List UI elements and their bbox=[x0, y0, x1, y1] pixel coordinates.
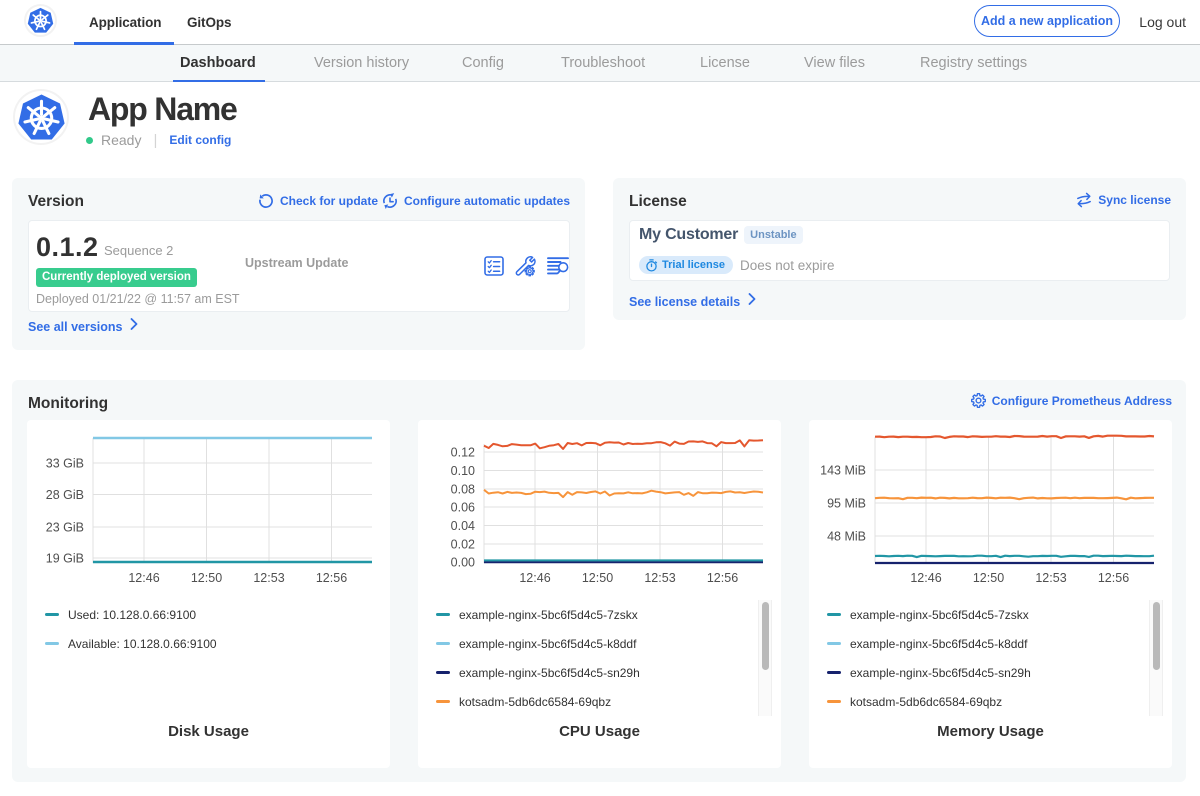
svg-text:33 GiB: 33 GiB bbox=[46, 457, 84, 471]
svg-text:12:46: 12:46 bbox=[519, 571, 550, 585]
svg-text:12:56: 12:56 bbox=[316, 571, 347, 585]
svg-text:12:50: 12:50 bbox=[191, 571, 222, 585]
svg-text:143 MiB: 143 MiB bbox=[820, 464, 866, 478]
svg-text:0.00: 0.00 bbox=[451, 556, 475, 570]
svg-text:48 MiB: 48 MiB bbox=[827, 530, 866, 544]
svg-text:19 GiB: 19 GiB bbox=[46, 552, 84, 566]
svg-text:0.02: 0.02 bbox=[451, 538, 475, 552]
svg-text:0.06: 0.06 bbox=[451, 501, 475, 515]
svg-text:95 MiB: 95 MiB bbox=[827, 497, 866, 511]
svg-text:0.12: 0.12 bbox=[451, 446, 475, 460]
svg-text:12:50: 12:50 bbox=[973, 571, 1004, 585]
svg-text:28 GiB: 28 GiB bbox=[46, 488, 84, 502]
svg-text:23 GiB: 23 GiB bbox=[46, 521, 84, 535]
svg-text:12:56: 12:56 bbox=[1098, 571, 1129, 585]
svg-text:0.08: 0.08 bbox=[451, 483, 475, 497]
svg-text:12:46: 12:46 bbox=[910, 571, 941, 585]
svg-text:12:46: 12:46 bbox=[128, 571, 159, 585]
svg-text:0.04: 0.04 bbox=[451, 519, 475, 533]
svg-text:0.10: 0.10 bbox=[451, 464, 475, 478]
svg-text:12:53: 12:53 bbox=[644, 571, 675, 585]
svg-text:12:56: 12:56 bbox=[707, 571, 738, 585]
svg-text:12:53: 12:53 bbox=[1035, 571, 1066, 585]
svg-text:12:53: 12:53 bbox=[253, 571, 284, 585]
svg-text:12:50: 12:50 bbox=[582, 571, 613, 585]
